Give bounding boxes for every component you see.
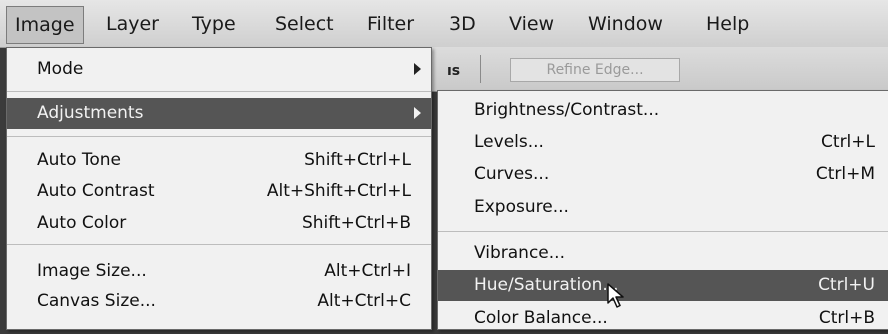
menu-item-adjustments[interactable]: Adjustments — [7, 98, 431, 129]
submenu-arrow-icon — [414, 63, 421, 75]
menu-item-canvas-size[interactable]: Canvas Size... Alt+Ctrl+C — [7, 286, 431, 317]
menu-item-shortcut: Shift+Ctrl+L — [304, 150, 411, 170]
menu-bar: Image Layer Type Select Filter 3D View W… — [0, 0, 888, 48]
menu-window[interactable]: Window — [588, 12, 663, 36]
menu-item-shortcut: Ctrl+U — [818, 275, 875, 295]
menu-item-brightness-contrast[interactable]: Brightness/Contrast... — [438, 95, 888, 126]
menu-item-label: Brightness/Contrast... — [474, 100, 660, 120]
menu-item-shortcut: Ctrl+L — [821, 132, 875, 152]
options-bar: ıs Refine Edge... — [380, 47, 888, 92]
menu-separator — [438, 231, 888, 232]
menu-item-label: Adjustments — [37, 103, 144, 123]
menu-item-shortcut: Shift+Ctrl+B — [301, 213, 411, 233]
menu-item-label: Color Balance... — [474, 308, 608, 328]
menu-item-vibrance[interactable]: Vibrance... — [438, 238, 888, 269]
menu-3d[interactable]: 3D — [449, 12, 476, 36]
menu-item-shortcut: Ctrl+B — [818, 308, 875, 328]
menu-help[interactable]: Help — [706, 12, 749, 36]
menu-image[interactable]: Image — [6, 6, 84, 44]
menu-item-curves[interactable]: Curves... Ctrl+M — [438, 159, 888, 190]
image-menu: Mode Adjustments Auto Tone Shift+Ctrl+L … — [6, 47, 432, 330]
menu-item-label: Curves... — [474, 164, 550, 184]
menu-separator — [7, 244, 431, 245]
menu-view[interactable]: View — [509, 12, 554, 36]
menu-item-hue-saturation[interactable]: Hue/Saturation... Ctrl+U — [438, 270, 888, 301]
options-bar-divider — [480, 55, 481, 83]
menu-layer[interactable]: Layer — [106, 12, 159, 36]
menu-item-label: Exposure... — [474, 197, 569, 217]
menu-select[interactable]: Select — [275, 12, 334, 36]
menu-item-exposure[interactable]: Exposure... — [438, 192, 888, 223]
menu-item-label: Auto Color — [37, 213, 127, 233]
submenu-arrow-icon — [414, 107, 421, 119]
menu-item-shortcut: Alt+Ctrl+C — [317, 291, 411, 311]
menu-item-shortcut: Alt+Shift+Ctrl+L — [266, 181, 411, 201]
menu-item-mode[interactable]: Mode — [7, 54, 431, 85]
mouse-pointer-icon — [607, 283, 624, 308]
menu-separator — [7, 91, 431, 92]
menu-item-label: Auto Contrast — [37, 181, 155, 201]
menu-separator — [7, 136, 431, 137]
options-bar-label-fragment: ıs — [447, 63, 461, 79]
menu-item-label: Auto Tone — [37, 150, 122, 170]
menu-item-label: Mode — [37, 59, 84, 79]
menu-item-image-size[interactable]: Image Size... Alt+Ctrl+I — [7, 256, 431, 287]
menu-filter[interactable]: Filter — [367, 12, 414, 36]
menu-item-auto-contrast[interactable]: Auto Contrast Alt+Shift+Ctrl+L — [7, 176, 431, 207]
menu-item-label: Canvas Size... — [37, 291, 156, 311]
menu-item-label: Levels... — [474, 132, 544, 152]
menu-item-label: Hue/Saturation... — [474, 275, 619, 295]
menu-item-shortcut: Ctrl+M — [815, 164, 875, 184]
menu-item-levels[interactable]: Levels... Ctrl+L — [438, 127, 888, 158]
menu-item-auto-color[interactable]: Auto Color Shift+Ctrl+B — [7, 208, 431, 239]
menu-item-color-balance[interactable]: Color Balance... Ctrl+B — [438, 303, 888, 334]
menu-item-label: Vibrance... — [474, 243, 565, 263]
menu-item-auto-tone[interactable]: Auto Tone Shift+Ctrl+L — [7, 145, 431, 176]
adjustments-submenu: Brightness/Contrast... Levels... Ctrl+L … — [437, 90, 888, 330]
menu-item-label: Image Size... — [37, 261, 147, 281]
menu-type[interactable]: Type — [192, 12, 236, 36]
refine-edge-button[interactable]: Refine Edge... — [510, 58, 680, 82]
menu-item-shortcut: Alt+Ctrl+I — [324, 261, 411, 281]
